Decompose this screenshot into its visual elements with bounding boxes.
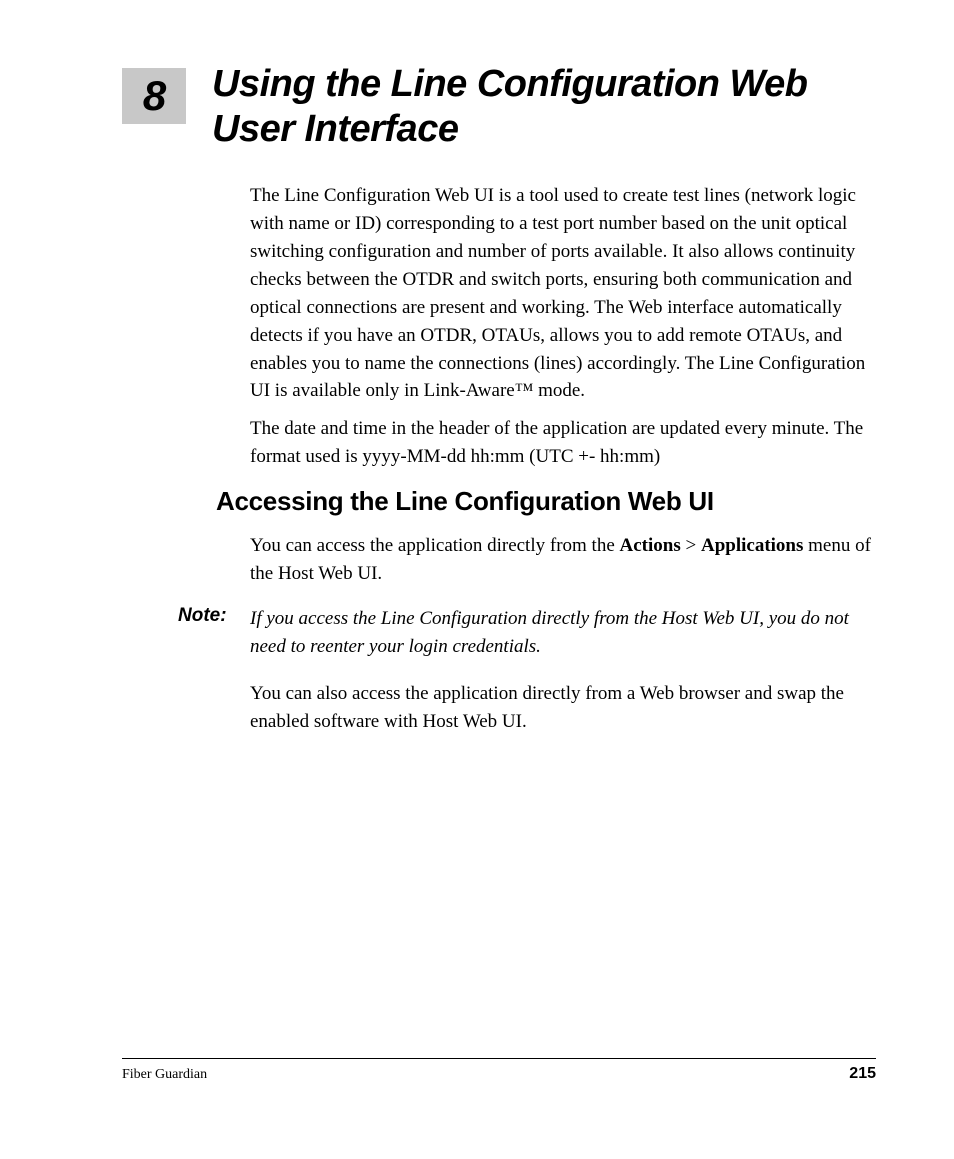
page: 8 Using the Line Configuration Web User … <box>0 0 954 1159</box>
heading-text: Accessing the Line Configuration Web UI <box>216 486 876 517</box>
note-block: Note: If you access the Line Configurati… <box>178 605 876 661</box>
bold-actions: Actions <box>620 535 681 556</box>
paragraph-text: The Line Configuration Web UI is a tool … <box>250 182 876 405</box>
bold-applications: Applications <box>701 535 803 556</box>
footer-page-number: 215 <box>849 1065 876 1083</box>
paragraph-text: The date and time in the header of the a… <box>250 415 876 471</box>
text-run: > <box>681 535 701 556</box>
chapter-heading: 8 Using the Line Configuration Web User … <box>122 62 876 152</box>
access-paragraph-2: You can also access the application dire… <box>250 680 876 736</box>
note-body: If you access the Line Configuration dir… <box>250 605 876 661</box>
chapter-number: 8 <box>143 72 165 120</box>
intro-paragraph-2: The date and time in the header of the a… <box>250 415 876 471</box>
note-label: Note: <box>178 605 250 627</box>
footer-doc-title: Fiber Guardian <box>122 1067 207 1083</box>
paragraph-text: You can also access the application dire… <box>250 680 876 736</box>
page-footer: Fiber Guardian 215 <box>122 1058 876 1083</box>
text-run: You can access the application directly … <box>250 535 620 556</box>
section-heading-access: Accessing the Line Configuration Web UI <box>216 486 876 517</box>
chapter-title: Using the Line Configuration Web User In… <box>212 62 876 152</box>
chapter-number-box: 8 <box>122 68 186 124</box>
paragraph-text: You can access the application directly … <box>250 532 876 588</box>
intro-paragraph-1: The Line Configuration Web UI is a tool … <box>250 182 876 405</box>
access-paragraph-1: You can access the application directly … <box>250 532 876 588</box>
